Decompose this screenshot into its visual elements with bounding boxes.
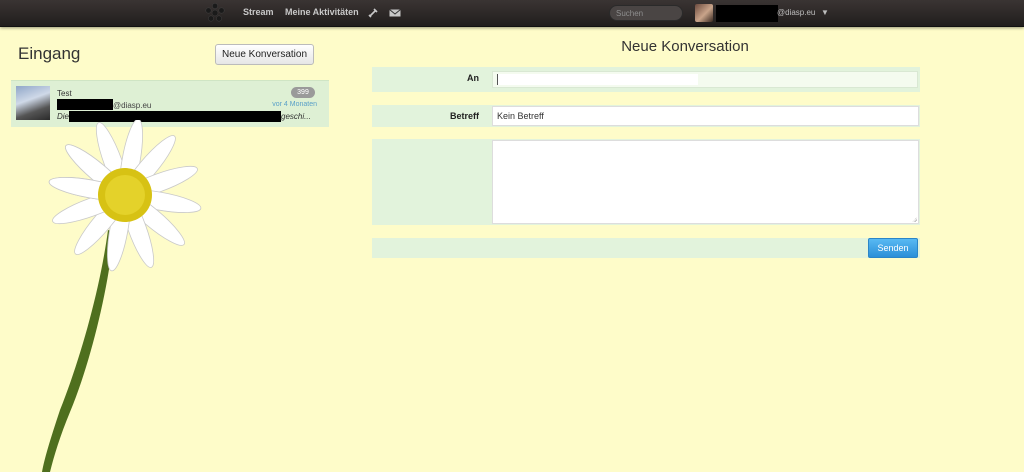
redacted-username — [716, 5, 778, 22]
message-textarea[interactable] — [492, 140, 919, 224]
inbox-title: Eingang — [18, 44, 81, 63]
subject-row: Betreff — [372, 105, 920, 127]
user-avatar[interactable] — [695, 4, 713, 22]
send-row: Senden — [372, 238, 920, 258]
search-input[interactable] — [609, 5, 683, 21]
conversation-sender: @diasp.eu — [113, 101, 152, 110]
textarea-resize-handle[interactable] — [912, 217, 917, 222]
conversation-avatar — [16, 86, 50, 120]
recipient-row: An — [372, 67, 920, 92]
conversation-preview-end: geschi... — [281, 112, 311, 121]
nav-activities-link[interactable]: Meine Aktivitäten — [285, 7, 359, 17]
recipient-label: An — [467, 73, 479, 83]
subject-input[interactable] — [492, 106, 919, 126]
message-row — [372, 139, 920, 225]
asterisk-icon[interactable] — [205, 3, 225, 23]
mentions-icon[interactable] — [367, 7, 379, 19]
user-handle-suffix[interactable]: @diasp.eu — [777, 8, 815, 17]
recipient-input[interactable] — [492, 71, 918, 88]
user-menu-chevron-down-icon[interactable]: ▼ — [821, 8, 829, 17]
conversation-timestamp: vor 4 Monaten — [272, 101, 317, 108]
unread-count-badge: 399 — [291, 87, 315, 98]
conversation-subject: Test — [57, 89, 72, 98]
nav-stream-link[interactable]: Stream — [243, 7, 274, 17]
daisy-background-image — [42, 120, 202, 472]
top-navigation-bar: Stream Meine Aktivitäten @diasp.eu ▼ — [0, 0, 1024, 27]
subject-label: Betreff — [449, 111, 479, 121]
new-conversation-button[interactable]: Neue Konversation — [215, 44, 314, 65]
redacted-sender-name — [57, 99, 113, 110]
send-button[interactable]: Senden — [868, 238, 918, 258]
recipient-input-text[interactable] — [497, 74, 698, 85]
form-title: Neue Konversation — [621, 38, 749, 55]
mail-icon[interactable] — [389, 7, 401, 19]
